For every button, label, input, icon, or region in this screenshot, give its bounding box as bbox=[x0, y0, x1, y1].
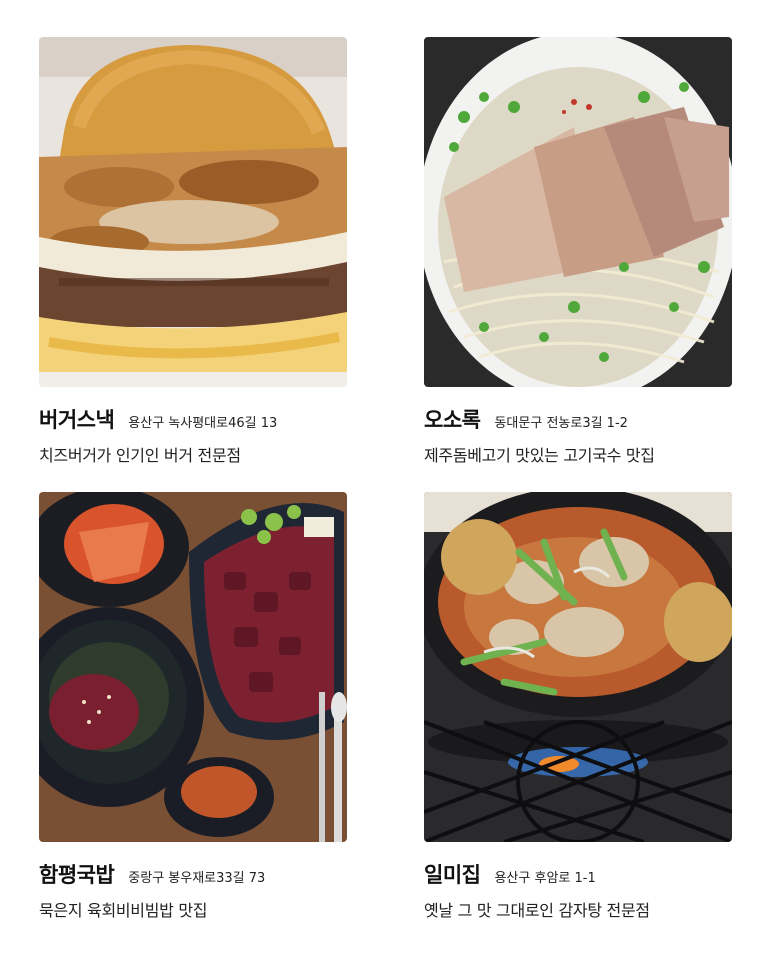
burger-image bbox=[39, 37, 347, 387]
noodle-soup-photo[interactable] bbox=[424, 37, 732, 387]
restaurant-address: 용산구 녹사평대로46길 13 bbox=[128, 416, 278, 431]
yukhoe-bibimbap-photo[interactable] bbox=[39, 492, 347, 842]
yukhoe-bibimbap-image bbox=[39, 492, 347, 842]
noodle-soup-image bbox=[424, 37, 732, 387]
restaurant-card[interactable]: 오소록 동대문구 전농로3길 1-2 제주돔베고기 맛있는 고기국수 맛집 bbox=[424, 37, 732, 466]
restaurant-card[interactable]: 함평국밥 중랑구 봉우재로33길 73 묵은지 육회비비빔밥 맛집 bbox=[39, 492, 347, 921]
restaurant-address: 용산구 후암로 1-1 bbox=[494, 871, 596, 886]
restaurant-description: 옛날 그 맛 그대로인 감자탕 전문점 bbox=[424, 901, 650, 920]
restaurant-description: 치즈버거가 인기인 버거 전문점 bbox=[39, 446, 241, 465]
burger-photo[interactable] bbox=[39, 37, 347, 387]
restaurant-description: 묵은지 육회비비빔밥 맛집 bbox=[39, 901, 208, 920]
restaurant-description: 제주돔베고기 맛있는 고기국수 맛집 bbox=[424, 446, 655, 465]
gamjatang-image bbox=[424, 492, 732, 842]
restaurant-address: 동대문구 전농로3길 1-2 bbox=[494, 416, 628, 431]
restaurant-card[interactable]: 버거스낵 용산구 녹사평대로46길 13 치즈버거가 인기인 버거 전문점 bbox=[39, 37, 347, 466]
restaurant-address: 중랑구 봉우재로33길 73 bbox=[128, 871, 266, 886]
restaurant-name: 버거스낵 bbox=[39, 408, 115, 432]
restaurant-name: 함평국밥 bbox=[39, 863, 115, 887]
restaurant-card[interactable]: 일미집 용산구 후암로 1-1 옛날 그 맛 그대로인 감자탕 전문점 bbox=[424, 492, 732, 921]
gamjatang-photo[interactable] bbox=[424, 492, 732, 842]
restaurant-name: 오소록 bbox=[424, 408, 481, 432]
restaurant-name: 일미집 bbox=[424, 863, 481, 887]
